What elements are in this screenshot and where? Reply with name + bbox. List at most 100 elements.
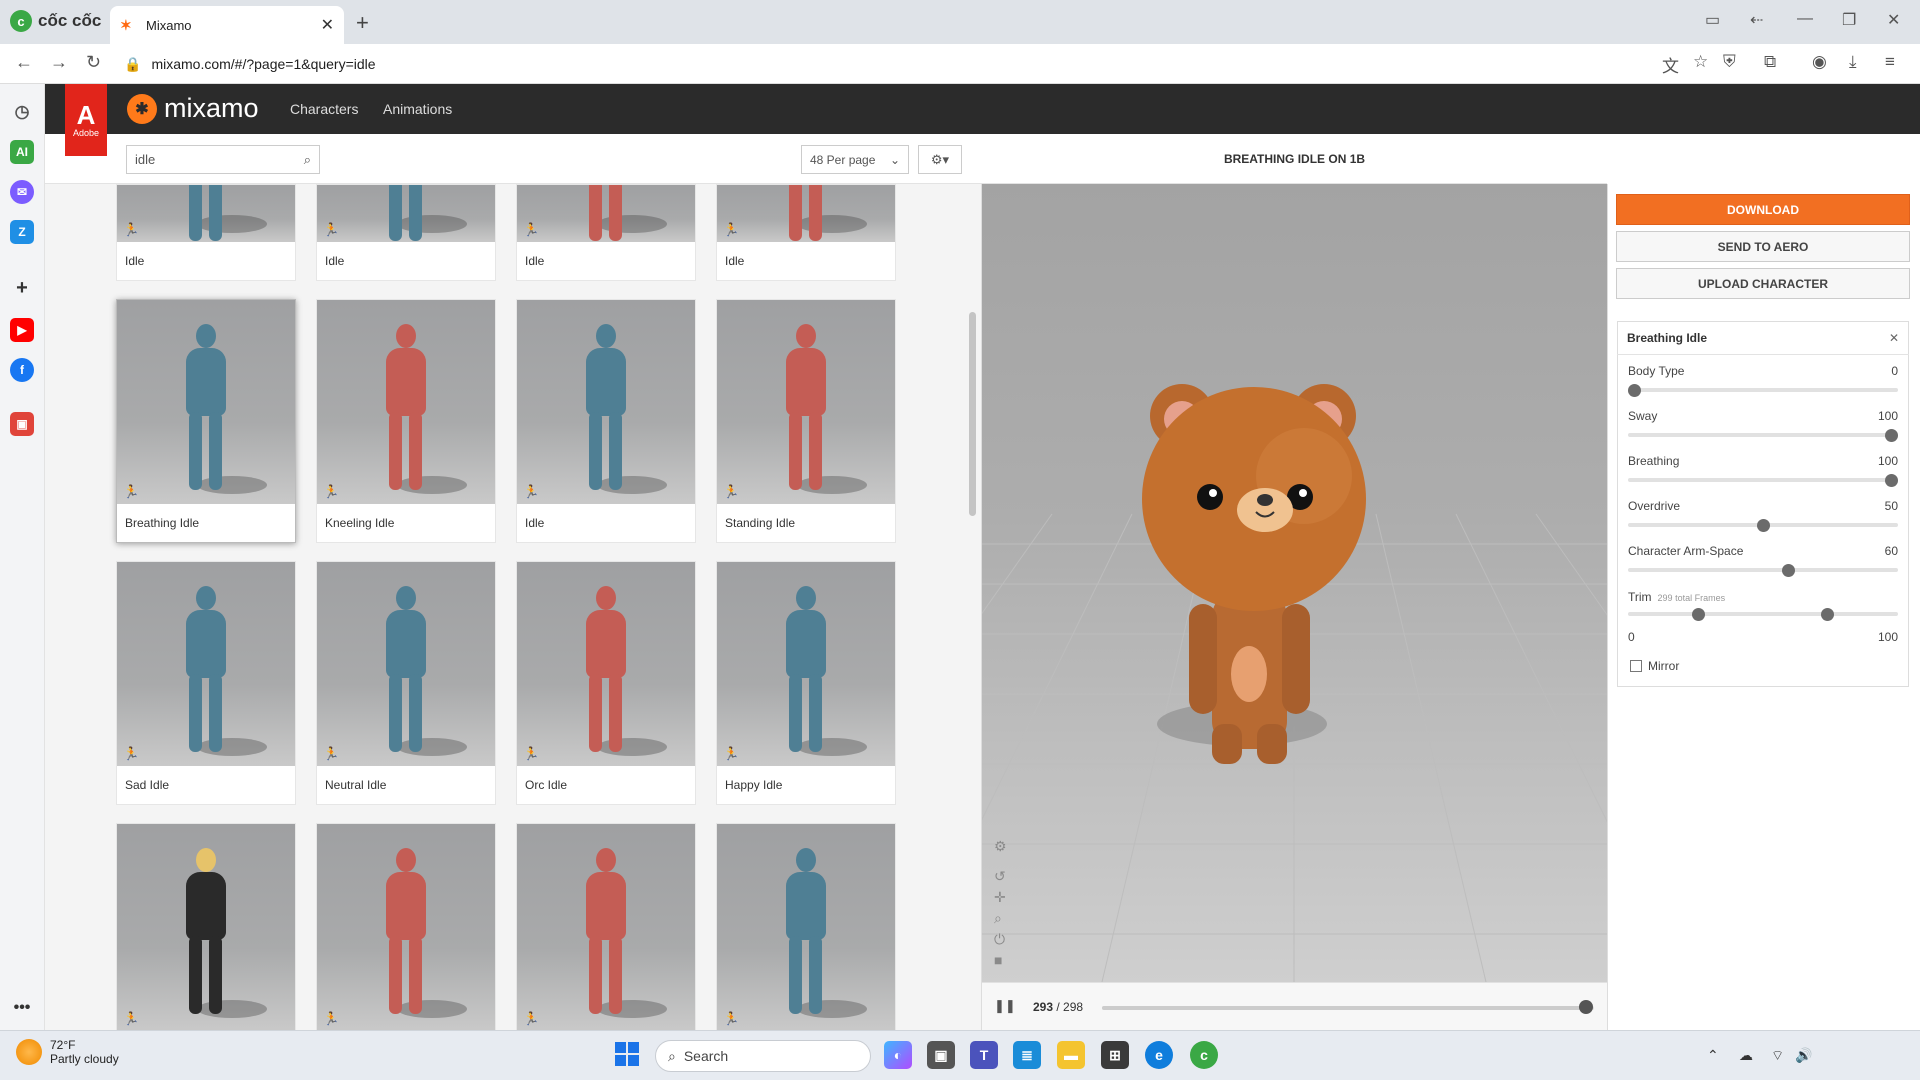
power-icon[interactable]: ⏻ bbox=[994, 931, 1005, 948]
slider-track[interactable] bbox=[1628, 478, 1898, 482]
send-to-aero-button[interactable]: SEND TO AERO bbox=[1616, 231, 1910, 262]
translate-icon[interactable]: 文 bbox=[1662, 52, 1679, 77]
url-field[interactable]: 🔒 mixamo.com/#/?page=1&query=idle bbox=[124, 50, 1654, 78]
shield-icon[interactable]: ⛨ bbox=[1723, 52, 1736, 72]
animation-card[interactable]: 🏃 Neutral Idle bbox=[316, 561, 496, 805]
animation-card[interactable]: 🏃 Standing Idle bbox=[716, 299, 896, 543]
animation-card[interactable]: 🏃 bbox=[716, 823, 896, 1032]
store-icon[interactable]: ⊞ bbox=[1101, 1041, 1129, 1069]
motion-icon: 🏃 bbox=[723, 484, 740, 499]
extensions-icon[interactable]: ⧉ bbox=[1764, 52, 1776, 72]
animation-card-label: Idle bbox=[525, 254, 545, 268]
close-window-icon[interactable]: ✕ bbox=[1887, 10, 1900, 30]
history-icon[interactable]: ◷ bbox=[10, 100, 34, 124]
animation-card[interactable]: 🏃 Idle bbox=[516, 299, 696, 543]
ai-assistant-icon[interactable]: AI bbox=[10, 140, 34, 164]
camera-icon[interactable]: ■ bbox=[994, 952, 1002, 968]
zalo-icon[interactable]: Z bbox=[10, 220, 34, 244]
edge-icon[interactable]: e bbox=[1145, 1041, 1173, 1069]
mixamo-logo[interactable]: ✱ mixamo bbox=[127, 93, 259, 124]
download-icon[interactable]: ⤓ bbox=[1849, 52, 1857, 72]
animation-card[interactable]: 🏃 Kneeling Idle bbox=[316, 299, 496, 543]
add-app-icon[interactable]: + bbox=[10, 276, 34, 300]
per-page-select[interactable]: 48 Per page ⌄ bbox=[801, 145, 909, 174]
rotate-icon[interactable]: ↺ bbox=[994, 868, 1006, 885]
forward-icon[interactable]: → bbox=[50, 52, 68, 73]
facebook-icon[interactable]: f bbox=[10, 358, 34, 382]
slider-knob[interactable] bbox=[1756, 519, 1770, 532]
back-history-icon[interactable]: ⇠ bbox=[1750, 10, 1763, 30]
search-icon[interactable]: ⌕ bbox=[304, 152, 311, 168]
more-icon[interactable]: ••• bbox=[10, 996, 34, 1020]
download-button[interactable]: DOWNLOAD bbox=[1616, 194, 1910, 225]
messenger-icon[interactable]: ✉ bbox=[10, 180, 34, 204]
new-tab-icon[interactable]: + bbox=[356, 10, 369, 36]
slider-track[interactable] bbox=[1628, 388, 1898, 392]
screenshot-icon[interactable]: ▭ bbox=[1705, 10, 1720, 30]
3d-viewport[interactable] bbox=[982, 184, 1607, 982]
bear-character bbox=[1142, 384, 1366, 764]
minimize-icon[interactable]: — bbox=[1797, 10, 1813, 28]
per-page-value: 48 Per page bbox=[810, 152, 876, 167]
animation-card[interactable]: 🏃 bbox=[516, 823, 696, 1032]
youtube-icon[interactable]: ▶ bbox=[10, 318, 34, 342]
browser-tab-mixamo[interactable]: ✶ Mixamo ✕ bbox=[110, 6, 344, 44]
file-explorer-icon[interactable]: ▬ bbox=[1057, 1041, 1085, 1069]
grid-scrollbar[interactable] bbox=[969, 312, 976, 516]
animation-card[interactable]: 🏃 Idle bbox=[316, 184, 496, 281]
windows-start-icon[interactable] bbox=[615, 1042, 639, 1066]
volume-icon[interactable]: 🔊 bbox=[1795, 1047, 1812, 1064]
checkbox-box[interactable] bbox=[1630, 660, 1642, 672]
slider-track[interactable] bbox=[1628, 433, 1898, 437]
task-view-icon[interactable]: ▣ bbox=[927, 1041, 955, 1069]
shopping-icon[interactable]: ▣ bbox=[10, 412, 34, 436]
search-input[interactable]: idle ⌕ bbox=[126, 145, 320, 174]
zoom-icon[interactable]: ⌕ bbox=[994, 910, 1002, 927]
animation-card[interactable]: 🏃 bbox=[316, 823, 496, 1032]
animation-card[interactable]: 🏃 Idle bbox=[116, 184, 296, 281]
animation-card[interactable]: 🏃 Idle bbox=[716, 184, 896, 281]
back-icon[interactable]: ← bbox=[15, 52, 33, 73]
animation-card[interactable]: 🏃 Breathing Idle bbox=[116, 299, 296, 543]
slider-knob[interactable] bbox=[1885, 474, 1898, 487]
adobe-logo[interactable]: A Adobe bbox=[65, 84, 107, 156]
chevron-up-icon[interactable]: ⌃ bbox=[1707, 1047, 1719, 1064]
slider-knob[interactable] bbox=[1628, 384, 1641, 397]
animation-card[interactable]: 🏃 Sad Idle bbox=[116, 561, 296, 805]
timeline-track[interactable] bbox=[1102, 1006, 1594, 1010]
reload-icon[interactable]: ↻ bbox=[86, 52, 101, 73]
menu-icon[interactable]: ≡ bbox=[1885, 52, 1895, 72]
teams-icon[interactable]: T bbox=[970, 1041, 998, 1069]
trim-end-knob[interactable] bbox=[1820, 608, 1834, 621]
timeline-knob[interactable] bbox=[1578, 1000, 1593, 1014]
animation-card[interactable]: 🏃 bbox=[116, 823, 296, 1032]
profile-icon[interactable]: ◉ bbox=[1812, 52, 1827, 72]
nav-animations[interactable]: Animations bbox=[383, 101, 452, 117]
animation-card[interactable]: 🏃 Happy Idle bbox=[716, 561, 896, 805]
notepad-icon[interactable]: ≣ bbox=[1013, 1041, 1041, 1069]
close-tab-icon[interactable]: ✕ bbox=[321, 15, 334, 35]
slider-label: Body Type bbox=[1628, 364, 1685, 378]
restore-icon[interactable]: ❐ bbox=[1842, 10, 1856, 30]
lighting-icon[interactable]: ⚙ bbox=[994, 838, 1007, 855]
wifi-icon[interactable]: ⌔ bbox=[1771, 1047, 1784, 1065]
coccoc-taskbar-icon[interactable]: c bbox=[1190, 1041, 1218, 1069]
copilot-icon[interactable]: ◐ bbox=[884, 1041, 912, 1069]
settings-dropdown-button[interactable]: ⚙▾ bbox=[918, 145, 962, 174]
upload-character-button[interactable]: UPLOAD CHARACTER bbox=[1616, 268, 1910, 299]
bookmark-star-icon[interactable]: ☆ bbox=[1693, 52, 1708, 72]
animation-card[interactable]: 🏃 Idle bbox=[516, 184, 696, 281]
pan-icon[interactable]: ✛ bbox=[994, 889, 1006, 906]
taskbar-search[interactable]: ⌕ Search bbox=[655, 1040, 871, 1072]
pause-icon[interactable]: ❚❚ bbox=[994, 998, 1016, 1014]
close-icon[interactable]: ✕ bbox=[1889, 331, 1899, 345]
animation-card-label: Neutral Idle bbox=[325, 778, 387, 792]
slider-knob[interactable] bbox=[1885, 429, 1898, 442]
mirror-checkbox[interactable]: Mirror bbox=[1630, 659, 1679, 673]
animation-card[interactable]: 🏃 Orc Idle bbox=[516, 561, 696, 805]
trim-track[interactable] bbox=[1628, 612, 1898, 616]
weather-widget[interactable]: 72°F Partly cloudy bbox=[16, 1038, 119, 1066]
nav-characters[interactable]: Characters bbox=[290, 101, 358, 117]
onedrive-icon[interactable]: ☁ bbox=[1739, 1047, 1753, 1064]
slider-track[interactable] bbox=[1628, 568, 1898, 572]
